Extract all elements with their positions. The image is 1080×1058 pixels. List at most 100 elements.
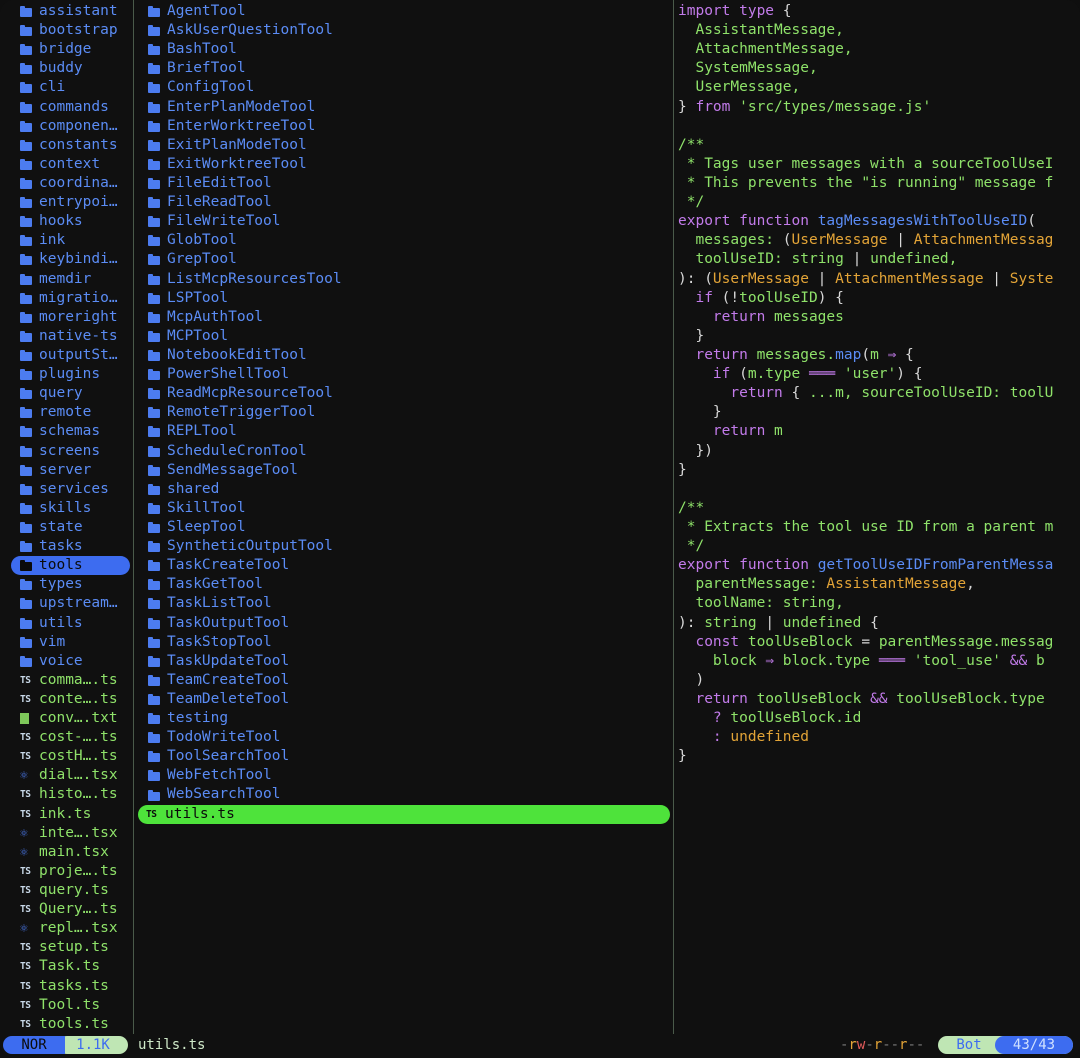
parent-dir-entry[interactable]: ⚛ main.tsx xyxy=(8,843,130,862)
dir-entry[interactable]: FileWriteTool xyxy=(136,212,670,231)
dir-entry[interactable]: FileEditTool xyxy=(136,174,670,193)
parent-dir-entry[interactable]: TS conte….ts xyxy=(8,690,130,709)
parent-dir-entry[interactable]: entrypoi… xyxy=(8,193,130,212)
parent-dir-entry[interactable]: TS setup.ts xyxy=(8,938,130,957)
dir-entry[interactable]: McpAuthTool xyxy=(136,308,670,327)
parent-dir-entry[interactable]: assistant xyxy=(8,2,130,21)
parent-dir-entry[interactable]: TS tasks.ts xyxy=(8,977,130,996)
parent-dir-entry[interactable]: ⚛ repl….tsx xyxy=(8,919,130,938)
code-line: * Extracts the tool use ID from a parent… xyxy=(678,518,1073,537)
parent-dir-entry[interactable]: TS comma….ts xyxy=(8,671,130,690)
dir-entry[interactable]: TaskStopTool xyxy=(136,633,670,652)
parent-dir-entry[interactable]: native-ts xyxy=(8,327,130,346)
parent-dir-entry[interactable]: voice xyxy=(8,652,130,671)
dir-entry[interactable]: TeamDeleteTool xyxy=(136,690,670,709)
dir-entry[interactable]: TaskUpdateTool xyxy=(136,652,670,671)
dir-entry[interactable]: SendMessageTool xyxy=(136,461,670,480)
dir-entry[interactable]: shared xyxy=(136,480,670,499)
dir-entry[interactable]: REPLTool xyxy=(136,422,670,441)
parent-dir-entry[interactable]: moreright xyxy=(8,308,130,327)
dir-entry[interactable]: AskUserQuestionTool xyxy=(136,21,670,40)
dir-entry[interactable]: TaskGetTool xyxy=(136,575,670,594)
parent-dir-entry[interactable]: TS tools.ts xyxy=(8,1015,130,1034)
dir-entry[interactable]: EnterPlanModeTool xyxy=(136,98,670,117)
parent-dir-entry[interactable]: TS ink.ts xyxy=(8,805,130,824)
parent-dir-entry[interactable]: keybindi… xyxy=(8,250,130,269)
dir-entry[interactable]: PowerShellTool xyxy=(136,365,670,384)
dir-entry[interactable]: ListMcpResourcesTool xyxy=(136,270,670,289)
parent-dir-entry[interactable]: plugins xyxy=(8,365,130,384)
parent-dir-entry[interactable]: conv….txt xyxy=(8,709,130,728)
parent-dir-entry[interactable]: ⚛ dial….tsx xyxy=(8,766,130,785)
parent-dir-entry[interactable]: TS histo….ts xyxy=(8,785,130,804)
dir-entry[interactable]: TS utils.ts xyxy=(138,804,670,824)
parent-dir-entry[interactable]: upstream… xyxy=(8,594,130,613)
parent-dir-entry[interactable]: ink xyxy=(8,231,130,250)
parent-dir-entry[interactable]: schemas xyxy=(8,422,130,441)
parent-dir-entry[interactable]: bridge xyxy=(8,40,130,59)
parent-dir-entry[interactable]: types xyxy=(8,575,130,594)
dir-entry[interactable]: GrepTool xyxy=(136,250,670,269)
parent-dir-entry[interactable]: vim xyxy=(8,633,130,652)
dir-entry[interactable]: ConfigTool xyxy=(136,78,670,97)
parent-dir-entry[interactable]: query xyxy=(8,384,130,403)
dir-entry[interactable]: MCPTool xyxy=(136,327,670,346)
dir-entry[interactable]: NotebookEditTool xyxy=(136,346,670,365)
dir-entry[interactable]: ExitWorktreeTool xyxy=(136,155,670,174)
dir-entry[interactable]: TaskListTool xyxy=(136,594,670,613)
dir-entry[interactable]: SleepTool xyxy=(136,518,670,537)
dir-entry[interactable]: RemoteTriggerTool xyxy=(136,403,670,422)
parent-dir-entry[interactable]: commands xyxy=(8,98,130,117)
dir-entry[interactable]: EnterWorktreeTool xyxy=(136,117,670,136)
dir-entry[interactable]: WebFetchTool xyxy=(136,766,670,785)
dir-entry[interactable]: AgentTool xyxy=(136,2,670,21)
parent-dir-entry[interactable]: skills xyxy=(8,499,130,518)
parent-dir-entry[interactable]: TS Tool.ts xyxy=(8,996,130,1015)
code-token: } xyxy=(678,98,696,115)
parent-dir-entry[interactable]: TS proje….ts xyxy=(8,862,130,881)
dir-entry[interactable]: TodoWriteTool xyxy=(136,728,670,747)
parent-dir-entry[interactable]: tools xyxy=(11,556,130,576)
parent-dir-entry[interactable]: tasks xyxy=(8,537,130,556)
parent-dir-entry[interactable]: coordina… xyxy=(8,174,130,193)
parent-dir-entry[interactable]: context xyxy=(8,155,130,174)
parent-dir-entry[interactable]: utils xyxy=(8,614,130,633)
dir-entry[interactable]: TaskCreateTool xyxy=(136,556,670,575)
parent-dir-entry[interactable]: outputSt… xyxy=(8,346,130,365)
parent-dir-entry[interactable]: TS costH….ts xyxy=(8,747,130,766)
parent-dir-entry[interactable]: server xyxy=(8,461,130,480)
dir-entry[interactable]: SkillTool xyxy=(136,499,670,518)
parent-dir-entry[interactable]: buddy xyxy=(8,59,130,78)
dir-entry[interactable]: ExitPlanModeTool xyxy=(136,136,670,155)
parent-dir-entry[interactable]: services xyxy=(8,480,130,499)
parent-dir-entry[interactable]: hooks xyxy=(8,212,130,231)
dir-entry[interactable]: BriefTool xyxy=(136,59,670,78)
dir-entry[interactable]: TaskOutputTool xyxy=(136,614,670,633)
parent-dir-entry[interactable]: TS query.ts xyxy=(8,881,130,900)
dir-entry[interactable]: ReadMcpResourceTool xyxy=(136,384,670,403)
dir-entry[interactable]: TeamCreateTool xyxy=(136,671,670,690)
parent-dir-entry[interactable]: constants xyxy=(8,136,130,155)
parent-dir-entry[interactable]: TS Task.ts xyxy=(8,957,130,976)
parent-dir-entry[interactable]: memdir xyxy=(8,270,130,289)
parent-dir-entry[interactable]: componen… xyxy=(8,117,130,136)
parent-dir-entry[interactable]: ⚛ inte….tsx xyxy=(8,824,130,843)
dir-entry[interactable]: GlobTool xyxy=(136,231,670,250)
parent-dir-entry[interactable]: remote xyxy=(8,403,130,422)
parent-dir-entry[interactable]: bootstrap xyxy=(8,21,130,40)
parent-dir-entry[interactable]: TS cost-….ts xyxy=(8,728,130,747)
parent-dir-entry[interactable]: cli xyxy=(8,78,130,97)
parent-dir-entry[interactable]: TS Query….ts xyxy=(8,900,130,919)
dir-entry[interactable]: FileReadTool xyxy=(136,193,670,212)
parent-dir-entry[interactable]: screens xyxy=(8,442,130,461)
dir-entry[interactable]: testing xyxy=(136,709,670,728)
entry-name: PowerShellTool xyxy=(167,366,290,383)
dir-entry[interactable]: BashTool xyxy=(136,40,670,59)
dir-entry[interactable]: WebSearchTool xyxy=(136,785,670,804)
dir-entry[interactable]: ScheduleCronTool xyxy=(136,442,670,461)
dir-entry[interactable]: LSPTool xyxy=(136,289,670,308)
dir-entry[interactable]: SyntheticOutputTool xyxy=(136,537,670,556)
parent-dir-entry[interactable]: migratio… xyxy=(8,289,130,308)
parent-dir-entry[interactable]: state xyxy=(8,518,130,537)
dir-entry[interactable]: ToolSearchTool xyxy=(136,747,670,766)
